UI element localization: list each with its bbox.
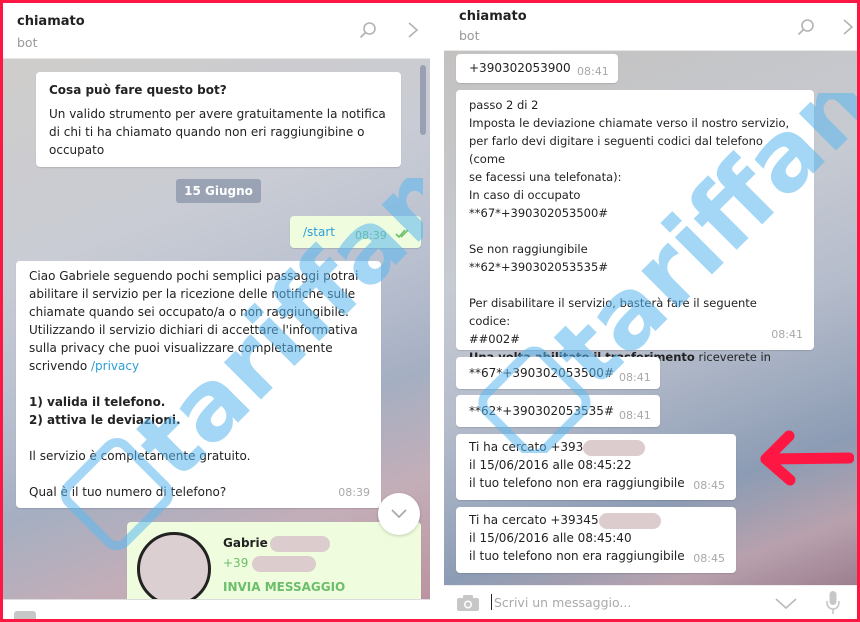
- chat-subtitle: bot: [17, 35, 38, 50]
- message-list[interactable]: Cosa può fare questo bot? Un valido stru…: [3, 59, 430, 619]
- date-separator: 15 Giugno: [176, 179, 261, 203]
- unreachable-code: **62*+390302053535#: [469, 260, 608, 274]
- bot-info-title: Cosa può fare questo bot?: [49, 83, 227, 97]
- caller-line: Ti ha cercato +39345: [469, 511, 723, 529]
- message-text: **62*+390302053535#: [469, 404, 614, 418]
- bot-info-card: Cosa può fare questo bot? Un valido stru…: [36, 72, 401, 167]
- redacted-blur: [269, 535, 330, 552]
- redacted-blur: [583, 439, 646, 456]
- text-cursor: [491, 594, 492, 610]
- message-line: sulla privacy che puoi visualizzare comp…: [29, 341, 333, 355]
- incoming-message[interactable]: **62*+390302053535# 08:41: [456, 395, 660, 427]
- camera-icon[interactable]: [13, 608, 37, 619]
- chat-title[interactable]: chiamato: [17, 14, 85, 29]
- message-time: 08:41: [771, 328, 803, 341]
- scrollbar[interactable]: [420, 65, 426, 135]
- message-line: per farlo devi digitare i seguenti codic…: [469, 134, 763, 166]
- contact-avatar: [137, 532, 211, 606]
- message-line: Imposta le deviazione chiamate verso il …: [469, 116, 790, 130]
- step-2: 2) attiva le deviazioni.: [29, 413, 181, 427]
- incoming-message[interactable]: +390302053900 08:41: [456, 54, 618, 83]
- contact-phone: +39: [223, 554, 317, 572]
- message-line: scrivendo /privacy: [29, 357, 368, 375]
- right-chat-panel: chiamato bot +390302053900 08:41 passo 2…: [444, 3, 857, 619]
- missed-call-notification[interactable]: Ti ha cercato +39345 il 15/06/2016 alle …: [456, 507, 736, 573]
- privacy-prefix: scrivendo: [29, 359, 91, 373]
- message-line: Utilizzando il servizio dichiari di acce…: [29, 323, 358, 337]
- message-time: 08:41: [577, 65, 609, 78]
- message-time: 08:41: [619, 371, 651, 384]
- redacted-blur: [252, 555, 317, 572]
- phone-question: Qual è il tuo numero di telefono?: [29, 485, 227, 499]
- double-check-icon: [395, 229, 409, 239]
- call-datetime: il 15/06/2016 alle 08:45:40: [469, 531, 632, 545]
- message-line: chiamate quando sei occupato/a o non rag…: [29, 305, 349, 319]
- chat-header: chiamato bot: [3, 3, 430, 59]
- incoming-message[interactable]: Ciao Gabriele seguendo pochi semplici pa…: [16, 261, 381, 508]
- redacted-blur: [598, 512, 661, 529]
- search-icon[interactable]: [797, 18, 815, 36]
- message-input[interactable]: Scrivi un messaggio...: [494, 595, 631, 610]
- message-list[interactable]: +390302053900 08:41 passo 2 di 2 Imposta…: [444, 51, 857, 585]
- incoming-message[interactable]: **67*+390302053500# 08:41: [456, 357, 660, 389]
- busy-code: **67*+390302053500#: [469, 206, 608, 220]
- outgoing-message[interactable]: /start 08:39: [290, 216, 421, 248]
- chat-title[interactable]: chiamato: [459, 9, 527, 24]
- chevron-right-icon[interactable]: [842, 18, 854, 36]
- message-line: Ciao Gabriele seguendo pochi semplici pa…: [29, 269, 359, 283]
- chat-subtitle: bot: [459, 28, 480, 43]
- step-1: 1) valida il telefono.: [29, 395, 166, 409]
- arrow-annotation-icon: [760, 430, 854, 486]
- message-time: 08:39: [338, 486, 370, 499]
- privacy-link[interactable]: /privacy: [91, 359, 139, 373]
- chevron-down-icon: [391, 509, 407, 519]
- missed-call-notification[interactable]: Ti ha cercato +393 il 15/06/2016 alle 08…: [456, 434, 736, 500]
- message-line: se facessi una telefonata):: [469, 170, 622, 184]
- panel-divider: [430, 3, 444, 619]
- message-text[interactable]: /start: [303, 223, 335, 241]
- left-chat-panel: chiamato bot Cosa può fare questo bot? U…: [3, 3, 430, 619]
- free-note: Il servizio è completamente gratuito.: [29, 449, 251, 463]
- chevron-down-icon[interactable]: [775, 598, 797, 610]
- message-time: 08:45: [693, 479, 725, 492]
- message-time: 08:45: [693, 552, 725, 565]
- call-datetime: il 15/06/2016 alle 08:45:22: [469, 458, 632, 472]
- disable-text: Per disabilitare il servizio, basterà fa…: [469, 296, 757, 328]
- message-input-bar[interactable]: [3, 599, 430, 619]
- message-text: **67*+390302053500#: [469, 366, 614, 380]
- search-icon[interactable]: [359, 21, 377, 39]
- message-line: abilitare il servizio per la ricezione d…: [29, 287, 356, 301]
- disable-code: ##002#: [469, 332, 520, 346]
- camera-icon[interactable]: [456, 594, 480, 612]
- message-text: +390302053900: [469, 61, 571, 75]
- message-input-bar[interactable]: Scrivi un messaggio...: [444, 585, 857, 619]
- message-line: In caso di occupato: [469, 188, 581, 202]
- scroll-down-button[interactable]: [378, 493, 420, 535]
- call-status: il tuo telefono non era raggiungibile: [469, 549, 685, 563]
- unreachable-label: Se non raggiungibile: [469, 242, 588, 256]
- contact-name: Gabrie: [223, 534, 330, 552]
- chat-header: chiamato bot: [444, 3, 857, 51]
- send-message-button[interactable]: INVIA MESSAGGIO: [223, 578, 345, 596]
- message-time: 08:39: [355, 229, 387, 242]
- screenshot-frame: chiamato bot Cosa può fare questo bot? U…: [3, 3, 857, 619]
- incoming-message[interactable]: passo 2 di 2 Imposta le deviazione chiam…: [456, 90, 814, 382]
- message-time: 08:41: [619, 409, 651, 422]
- chevron-right-icon[interactable]: [407, 21, 419, 39]
- step-title: passo 2 di 2: [469, 98, 539, 112]
- call-status: il tuo telefono non era raggiungibile: [469, 476, 685, 490]
- caller-line: Ti ha cercato +393: [469, 438, 723, 456]
- bot-info-text: Un valido strumento per avere gratuitame…: [49, 107, 386, 157]
- microphone-icon[interactable]: [826, 591, 840, 615]
